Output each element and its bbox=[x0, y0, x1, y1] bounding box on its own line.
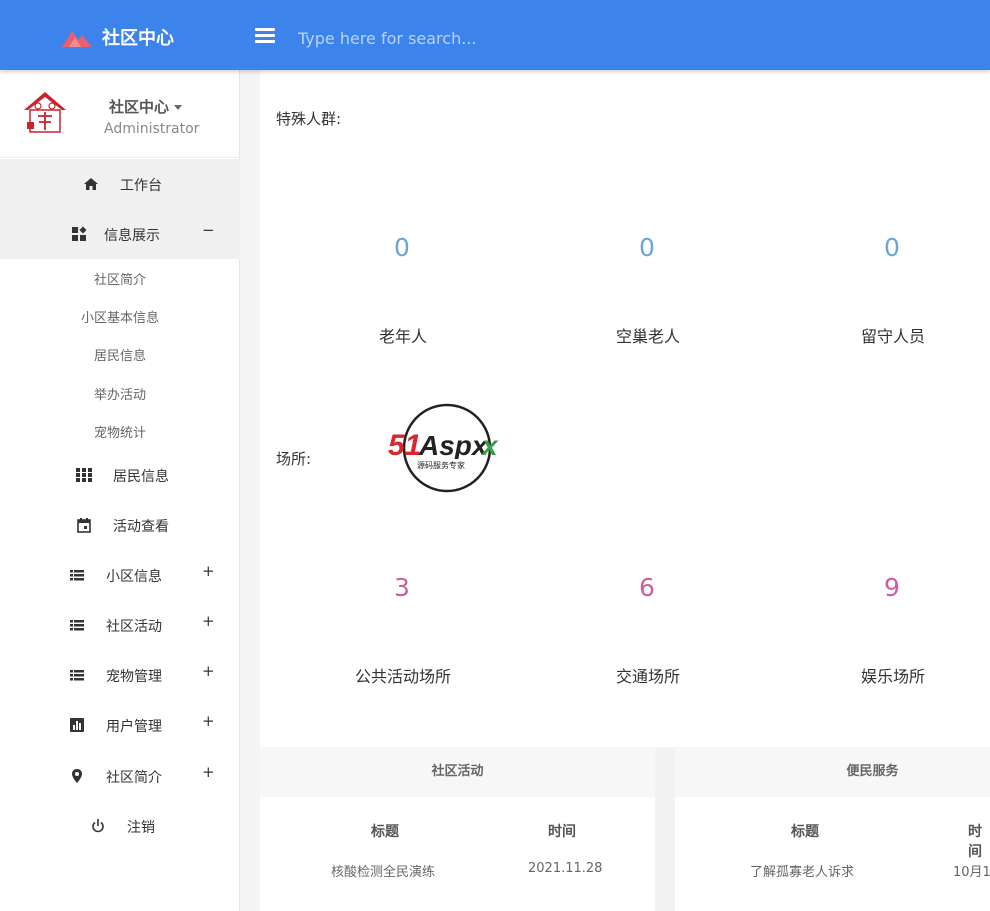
column-header-title: 标题 bbox=[371, 824, 399, 840]
left-behind-label: 留守人员 bbox=[860, 327, 925, 346]
profile-name[interactable]: 社区中心 bbox=[109, 96, 183, 117]
brand[interactable]: 社区中心 bbox=[62, 24, 174, 50]
sidebar-subitem-pet-stats[interactable]: 宠物统计 bbox=[0, 422, 240, 441]
activity-row-title[interactable]: 核酸检测全民演练 bbox=[331, 861, 435, 880]
collapse-icon[interactable]: − bbox=[202, 221, 215, 239]
expand-icon[interactable]: + bbox=[202, 562, 215, 580]
svg-text:51: 51 bbox=[388, 429, 421, 462]
sidebar-item-workbench[interactable]: 工作台 bbox=[0, 159, 240, 209]
grid-icon bbox=[76, 467, 92, 483]
sidebar-item-logout[interactable]: 注销 bbox=[0, 801, 240, 851]
expand-icon[interactable]: + bbox=[202, 662, 215, 680]
public-venue-label: 公共活动场所 bbox=[354, 667, 451, 686]
svg-text:x: x bbox=[480, 430, 499, 461]
transport-venue-label: 交通场所 bbox=[615, 667, 680, 686]
sidebar-item-label: 宠物管理 bbox=[106, 669, 162, 685]
sidebar-item-info-display[interactable]: 信息展示 − bbox=[0, 209, 240, 259]
sidebar-item-resident-info[interactable]: 居民信息 bbox=[0, 450, 240, 500]
expand-icon[interactable]: + bbox=[202, 712, 215, 730]
special-groups-label: 特殊人群: bbox=[276, 110, 342, 128]
transport-venue-count: 6 bbox=[639, 573, 655, 602]
brand-title: 社区中心 bbox=[102, 28, 174, 49]
sidebar: 社区中心 Administrator 工作台 信息展示 − 社区简介 小区基本信… bbox=[0, 70, 240, 911]
sidebar-item-label: 社区简介 bbox=[106, 770, 162, 786]
column-header-title: 标题 bbox=[791, 824, 819, 840]
sidebar-item-label: 用户管理 bbox=[106, 719, 162, 735]
sidebar-item-label: 信息展示 bbox=[104, 228, 160, 244]
top-bar: 社区中心 bbox=[0, 0, 990, 70]
sidebar-subitem-community-intro[interactable]: 社区简介 bbox=[0, 269, 240, 288]
sidebar-item-user-management[interactable]: 用户管理 + bbox=[0, 700, 240, 750]
search-input[interactable] bbox=[298, 24, 698, 52]
home-icon bbox=[83, 176, 99, 192]
service-row-title[interactable]: 了解孤寡老人诉求 bbox=[750, 861, 854, 880]
convenience-service-panel: 便民服务 标题 时间 了解孤寡老人诉求 10月1 bbox=[675, 747, 990, 911]
service-row-time: 10月1 bbox=[953, 865, 990, 880]
sidebar-item-community-intro[interactable]: 社区简介 + bbox=[0, 751, 240, 801]
chevron-down-icon bbox=[174, 105, 183, 110]
sidebar-item-label: 居民信息 bbox=[113, 469, 169, 485]
sidebar-subitem-hold-activity[interactable]: 举办活动 bbox=[0, 384, 240, 403]
sidebar-item-activity-view[interactable]: 活动查看 bbox=[0, 500, 240, 550]
calendar-icon bbox=[76, 517, 92, 533]
panel-title: 便民服务 bbox=[675, 747, 990, 797]
elderly-label: 老年人 bbox=[378, 327, 427, 346]
column-header-time: 时间 bbox=[968, 824, 982, 860]
power-icon bbox=[90, 818, 106, 834]
sidebar-subitem-resident-info[interactable]: 居民信息 bbox=[0, 345, 240, 364]
left-behind-count: 0 bbox=[884, 233, 900, 262]
sidebar-item-label: 注销 bbox=[127, 820, 155, 836]
public-venue-count: 3 bbox=[394, 573, 410, 602]
list-icon bbox=[69, 567, 85, 583]
svg-text:Aspx: Aspx bbox=[418, 430, 489, 461]
avatar[interactable] bbox=[22, 90, 68, 136]
list-icon bbox=[69, 667, 85, 683]
entertainment-venue-count: 9 bbox=[884, 573, 900, 602]
location-pin-icon bbox=[69, 768, 85, 784]
places-label: 场所: bbox=[276, 450, 312, 468]
list-icon bbox=[69, 617, 85, 633]
profile-card: 社区中心 Administrator bbox=[0, 70, 239, 158]
menu-toggle-icon[interactable] bbox=[255, 28, 275, 44]
sidebar-item-label: 工作台 bbox=[120, 178, 162, 194]
mountain-logo-icon bbox=[62, 31, 92, 47]
sidebar-item-residence-info[interactable]: 小区信息 + bbox=[0, 550, 240, 600]
sidebar-item-pet-management[interactable]: 宠物管理 + bbox=[0, 650, 240, 700]
elderly-count: 0 bbox=[394, 233, 410, 262]
expand-icon[interactable]: + bbox=[202, 763, 215, 781]
empty-nest-elderly-count: 0 bbox=[639, 233, 655, 262]
sidebar-item-community-activity[interactable]: 社区活动 + bbox=[0, 600, 240, 650]
dashboard-icon bbox=[71, 226, 87, 242]
profile-role: Administrator bbox=[104, 121, 200, 137]
entertainment-venue-label: 娱乐场所 bbox=[860, 667, 925, 686]
sidebar-item-label: 社区活动 bbox=[106, 619, 162, 635]
sidebar-subitem-residence-info[interactable]: 小区基本信息 bbox=[0, 307, 240, 326]
sidebar-item-label: 活动查看 bbox=[113, 519, 169, 535]
activity-row-time: 2021.11.28 bbox=[528, 861, 603, 876]
panel-title: 社区活动 bbox=[260, 747, 655, 797]
bar-chart-icon bbox=[69, 717, 85, 733]
watermark-logo: 51 Aspx x 源码服务专家 bbox=[388, 403, 499, 493]
column-header-time: 时间 bbox=[548, 824, 576, 840]
panel-divider bbox=[655, 747, 675, 911]
sidebar-item-label: 小区信息 bbox=[106, 569, 162, 585]
svg-text:源码服务专家: 源码服务专家 bbox=[417, 460, 465, 470]
empty-nest-elderly-label: 空巢老人 bbox=[615, 327, 680, 346]
community-activity-panel: 社区活动 标题 时间 核酸检测全民演练 2021.11.28 bbox=[260, 747, 655, 911]
expand-icon[interactable]: + bbox=[202, 612, 215, 630]
